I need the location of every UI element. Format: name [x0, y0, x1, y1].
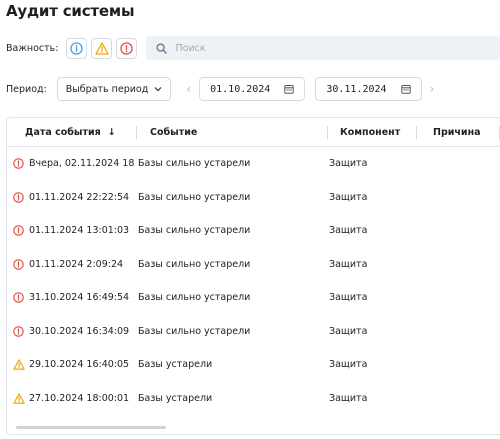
event-component: Защита [329, 258, 368, 270]
event-component: Защита [329, 225, 368, 237]
chevron-down-icon [154, 87, 162, 92]
event-component: Защита [329, 158, 368, 170]
table-row[interactable]: 01.11.2024 2:09:24 Базы сильно устарели За… [7, 248, 500, 282]
event-name: Базы устарели [138, 359, 213, 371]
event-date: 29.10.2024 16:40:05 [29, 359, 130, 371]
period-filter-row: Период: Выбрать период ‹ 01.10.2024 30.1… [6, 76, 442, 102]
error-icon [13, 147, 24, 181]
event-name: Базы сильно устарели [138, 191, 251, 203]
event-name: Базы сильно устарели [138, 158, 251, 170]
event-name: Базы сильно устарели [138, 258, 251, 270]
error-icon [13, 214, 24, 248]
severity-label: Важность: [6, 42, 59, 54]
event-date: 01.11.2024 13:01:03 [29, 225, 130, 237]
warning-icon [95, 41, 109, 55]
date-from-field[interactable]: 01.10.2024 [199, 77, 306, 101]
table-header: Дата события ↓ Событие Компонент Причина [7, 118, 500, 147]
event-date: 01.11.2024 2:09:24 [29, 258, 124, 270]
event-component: Защита [329, 292, 368, 304]
table-row[interactable]: 27.10.2024 18:00:01 Базы устарели Защита [7, 382, 500, 416]
column-divider[interactable] [327, 126, 328, 139]
page-title: Аудит системы [6, 2, 135, 20]
error-icon [13, 181, 24, 215]
error-icon [120, 41, 134, 55]
search-icon [156, 42, 168, 54]
event-name: Базы сильно устарели [138, 225, 251, 237]
event-component: Защита [329, 325, 368, 337]
severity-filter-row: Важность: [6, 35, 500, 61]
event-date: Вчера, 02.11.2024 18 [29, 158, 135, 170]
period-dropdown-label: Выбрать период [65, 83, 149, 95]
horizontal-scrollbar[interactable] [16, 426, 166, 429]
audit-table: Дата события ↓ Событие Компонент Причина… [6, 117, 500, 435]
period-label: Период: [6, 83, 47, 95]
period-dropdown[interactable]: Выбрать период [56, 77, 172, 101]
column-reason-header[interactable]: Причина [433, 118, 481, 146]
table-row[interactable]: 30.10.2024 16:34:09 Базы сильно устарели З… [7, 315, 500, 349]
calendar-icon[interactable] [400, 84, 411, 94]
event-date: 30.10.2024 16:34:09 [29, 325, 130, 337]
date-to-field[interactable]: 30.11.2024 [315, 77, 422, 101]
prev-period-arrow[interactable]: ‹ [186, 82, 191, 96]
error-icon [13, 315, 24, 349]
table-row[interactable]: Вчера, 02.11.2024 18 Базы сильно устарели… [7, 147, 500, 181]
event-name: Базы устарели [138, 392, 213, 404]
table-row[interactable]: 01.11.2024 13:01:03 Базы сильно устарели З… [7, 214, 500, 248]
table-row[interactable]: 01.11.2024 22:22:54 Базы сильно устарели З… [7, 181, 500, 215]
table-body: Вчера, 02.11.2024 18 Базы сильно устарели… [7, 147, 500, 415]
next-period-arrow[interactable]: › [430, 82, 435, 96]
error-icon [13, 248, 24, 282]
event-date: 31.10.2024 16:49:54 [29, 292, 130, 304]
search-input[interactable] [173, 41, 478, 55]
table-row[interactable]: 29.10.2024 16:40:05 Базы устарели Защита [7, 348, 500, 382]
event-component: Защита [329, 191, 368, 203]
column-event-header[interactable]: Событие [150, 118, 197, 146]
table-row[interactable]: 31.10.2024 16:49:54 Базы сильно устарели З… [7, 281, 500, 315]
column-divider[interactable] [416, 126, 417, 139]
severity-warning-button[interactable] [91, 37, 113, 59]
event-date: 01.11.2024 22:22:54 [29, 191, 130, 203]
severity-info-button[interactable] [66, 37, 88, 59]
sort-down-arrow-icon: ↓ [107, 126, 116, 138]
event-component: Защита [329, 392, 368, 404]
severity-error-button[interactable] [116, 37, 138, 59]
calendar-icon[interactable] [284, 84, 295, 94]
error-icon [13, 281, 24, 315]
date-to-value: 30.11.2024 [326, 83, 387, 95]
column-divider[interactable] [136, 126, 137, 139]
column-date-header[interactable]: Дата события ↓ [25, 118, 116, 146]
event-component: Защита [329, 359, 368, 371]
warning-icon [13, 382, 25, 416]
event-name: Базы сильно устарели [138, 325, 251, 337]
event-name: Базы сильно устарели [138, 292, 251, 304]
column-component-header[interactable]: Компонент [340, 118, 400, 146]
date-from-value: 01.10.2024 [210, 83, 271, 95]
event-date: 27.10.2024 18:00:01 [29, 392, 130, 404]
info-icon [70, 41, 84, 55]
warning-icon [13, 348, 25, 382]
search-box[interactable] [146, 36, 500, 60]
